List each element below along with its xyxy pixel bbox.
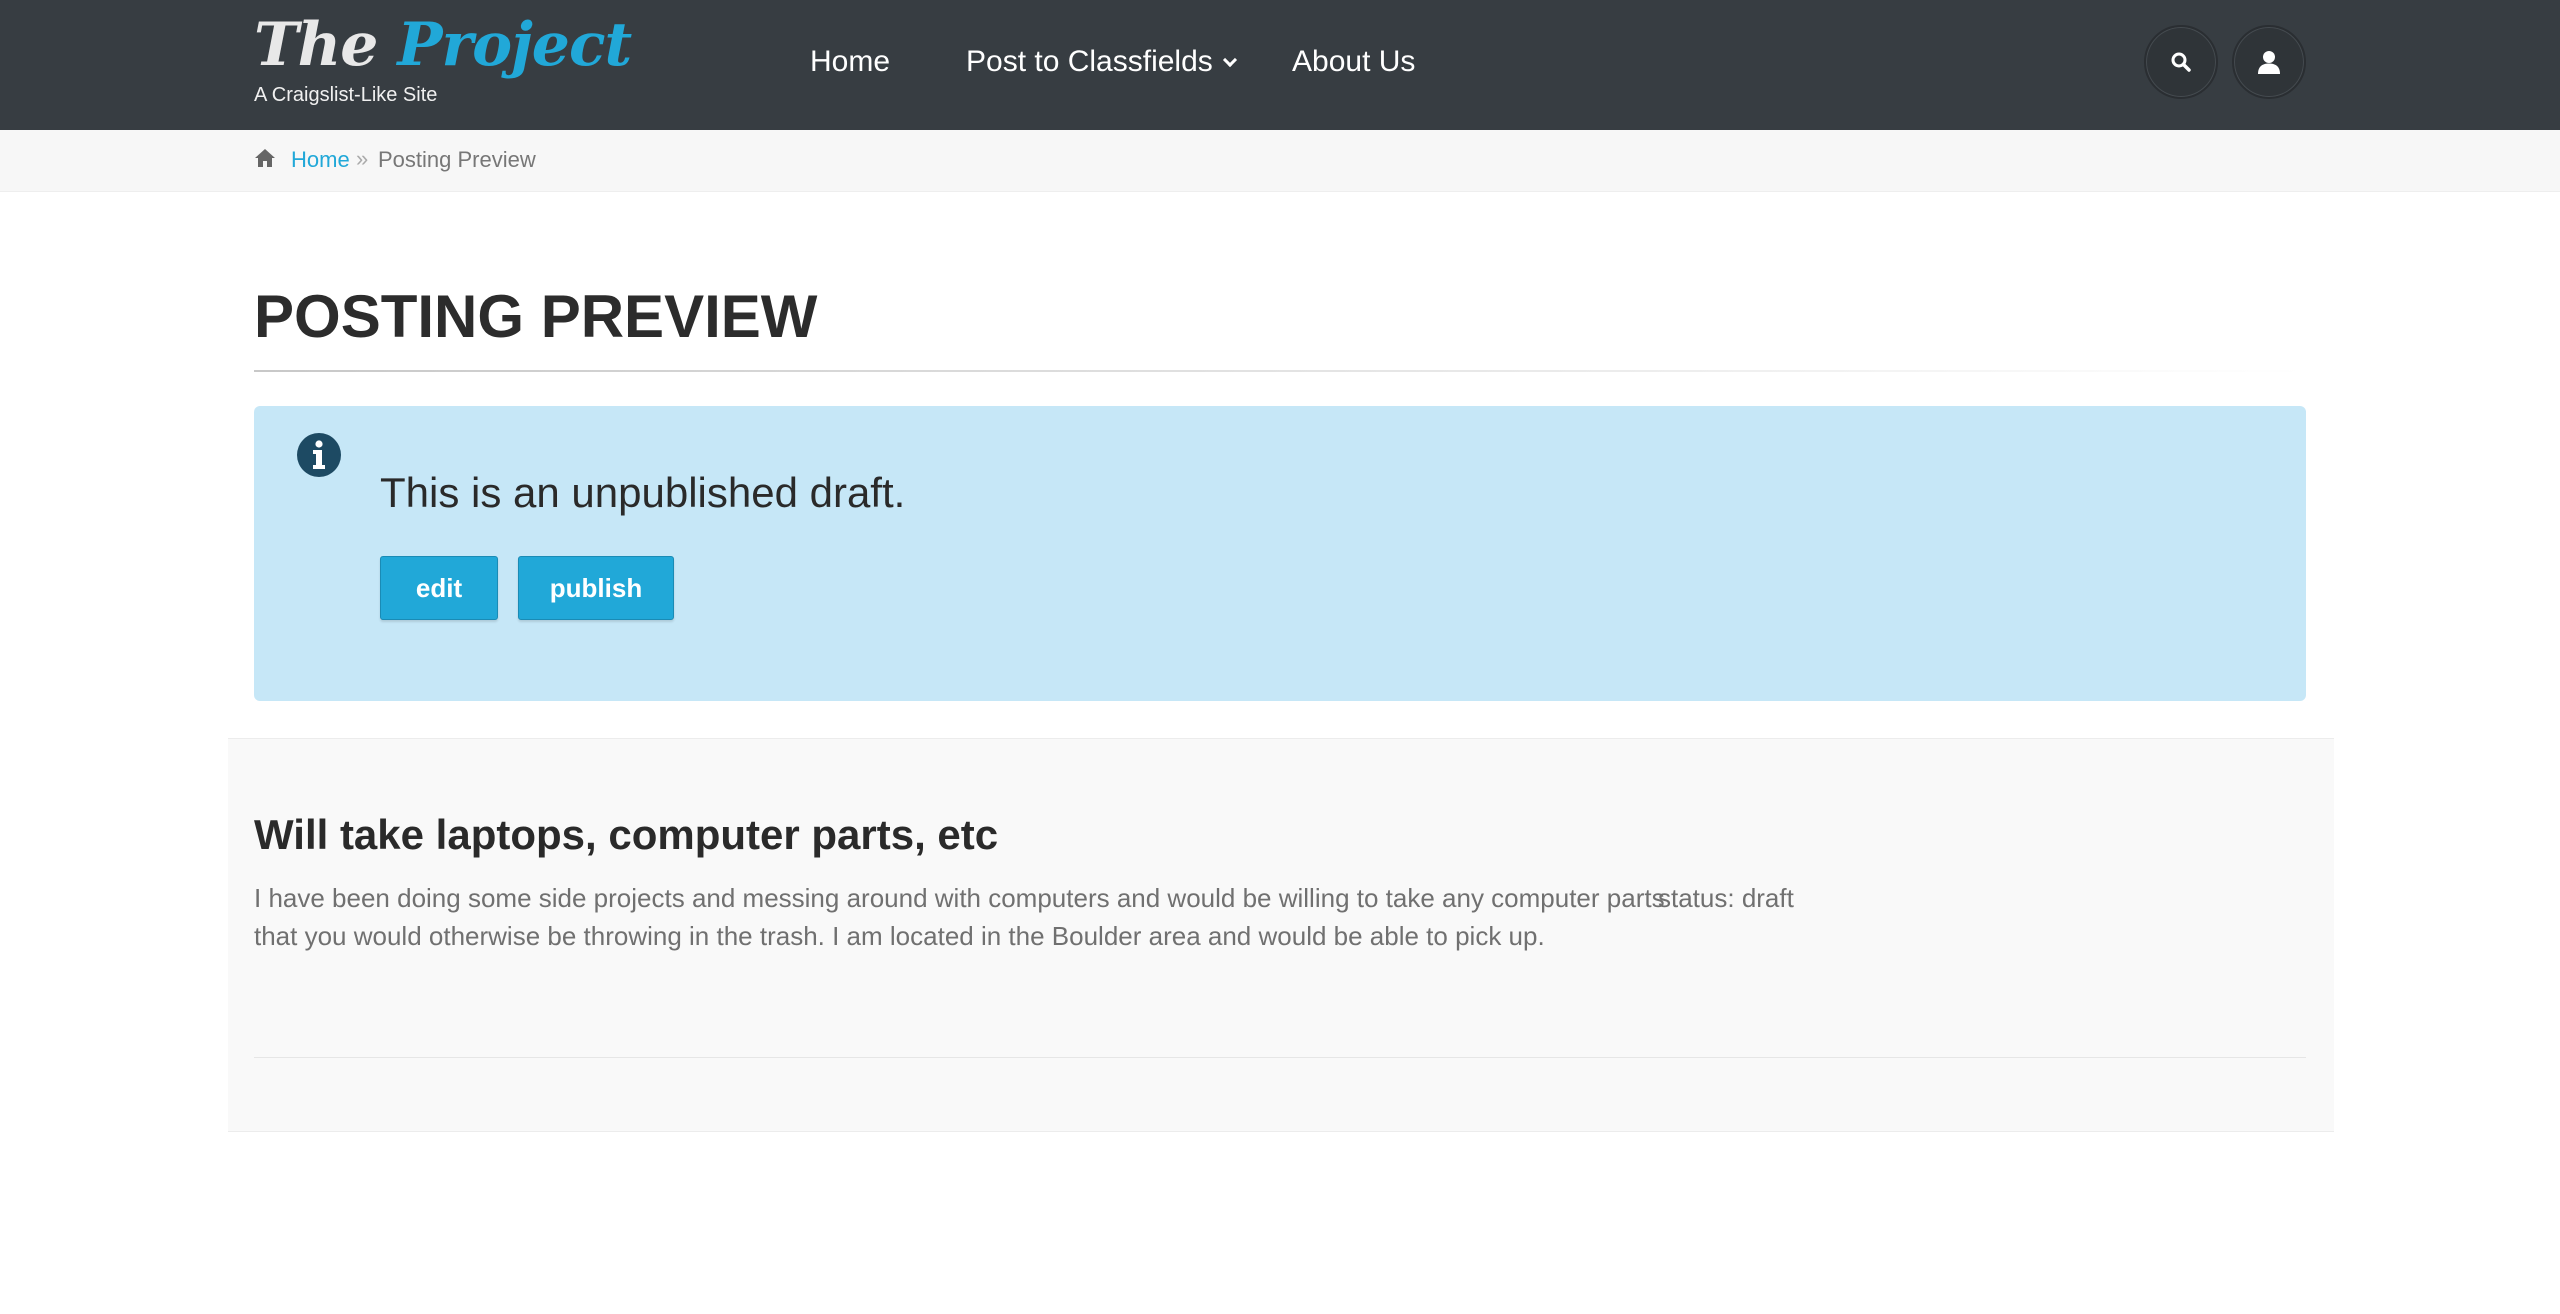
edit-button[interactable]: edit — [380, 556, 498, 620]
publish-button[interactable]: publish — [518, 556, 674, 620]
user-icon — [2258, 51, 2280, 74]
user-button[interactable] — [2232, 25, 2306, 99]
nav-post-label: Post to Classfields — [966, 45, 1213, 78]
breadcrumb: Home » Posting Preview — [0, 130, 2560, 192]
draft-alert: This is an unpublished draft. edit publi… — [254, 406, 2306, 701]
search-button[interactable] — [2144, 25, 2218, 99]
logo-project: Project — [397, 10, 632, 80]
page-title: POSTING PREVIEW — [254, 283, 818, 350]
posting-title: Will take laptops, computer parts, etc — [254, 811, 999, 858]
nav-home[interactable]: Home — [810, 42, 890, 82]
title-divider — [254, 370, 2306, 372]
breadcrumb-separator: » — [356, 146, 369, 171]
posting-preview: Will take laptops, computer parts, etc I… — [228, 738, 2334, 1132]
posting-body: I have been doing some side projects and… — [254, 883, 1665, 951]
site-tagline: A Craigslist-Like Site — [254, 84, 438, 106]
breadcrumb-home-link[interactable]: Home — [291, 146, 350, 174]
chevron-down-icon — [1222, 52, 1237, 68]
site-logo[interactable]: The Project — [254, 10, 632, 80]
posting-divider — [254, 1057, 2306, 1058]
nav-post-to-classifieds[interactable]: Post to Classfields — [966, 42, 1237, 82]
info-icon — [297, 433, 341, 477]
logo-the: The — [254, 10, 378, 80]
logo-text: The Project — [254, 10, 632, 80]
nav-about-us[interactable]: About Us — [1292, 42, 1415, 82]
site-header: The Project A Craigslist-Like Site Home … — [0, 0, 2560, 130]
breadcrumb-current: Posting Preview — [378, 147, 536, 172]
posting-status: status: draft — [1658, 883, 1794, 913]
home-icon — [255, 149, 275, 167]
alert-message: This is an unpublished draft. — [380, 469, 906, 516]
search-icon — [2171, 52, 2191, 72]
